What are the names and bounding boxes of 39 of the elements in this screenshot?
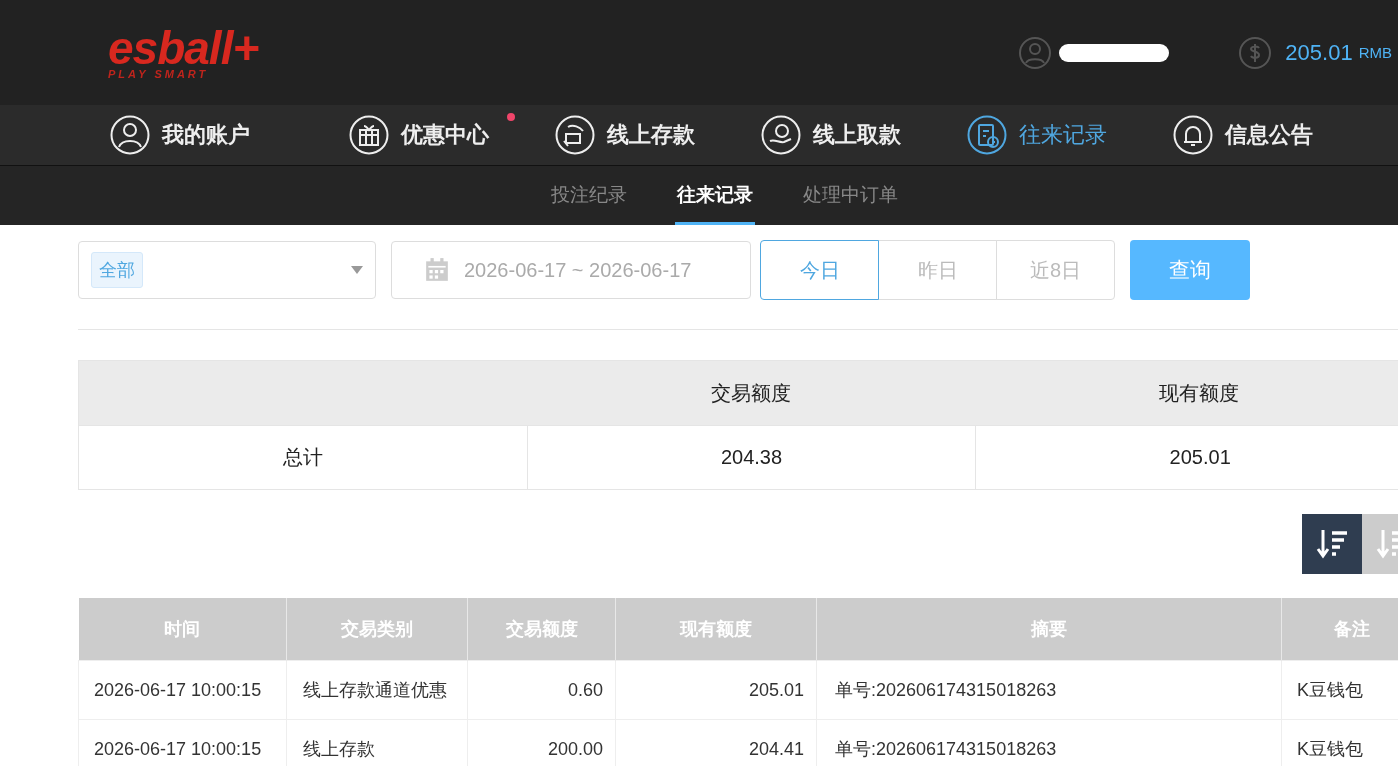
table-cell: 单号:202606174315018263 (816, 660, 1282, 720)
nav-item[interactable]: 线上取款 (761, 115, 901, 155)
dollar-icon (1239, 36, 1272, 69)
period-button[interactable]: 今日 (760, 240, 879, 300)
table-cell: 线上存款通道优惠 (286, 660, 468, 720)
sub-tab[interactable]: 投注纪录 (548, 166, 629, 225)
column-header: 现有额度 (1158, 380, 1240, 406)
sub-tab[interactable]: 往来记录 (674, 166, 755, 225)
date-range-field[interactable]: 2026-06-17 ~ 2026-06-17 (391, 241, 751, 299)
caret-icon (351, 266, 363, 274)
user-icon (1019, 36, 1052, 69)
table-cell: 205.01 (615, 660, 817, 720)
sub-tab[interactable]: 处理中订单 (800, 166, 900, 225)
balance-amount: 205.01 (1285, 39, 1353, 66)
table-cell: K豆钱包 (1281, 660, 1398, 720)
type-select[interactable]: 全部 (78, 241, 376, 299)
bell-icon (1173, 115, 1213, 155)
table-cell: 204.38 (526, 426, 976, 489)
gift-icon (349, 115, 389, 155)
table-cell: 2026-06-17 10:00:15 (78, 660, 287, 720)
nav-item[interactable]: 优惠中心 (349, 115, 489, 155)
nav-item[interactable]: 线上存款 (555, 115, 695, 155)
logo-wordmark: esball+ (108, 25, 259, 71)
balance-currency: RMB (1358, 44, 1392, 61)
clipboard-clock-icon (967, 115, 1007, 155)
nav-item[interactable]: 往来记录 (967, 115, 1107, 155)
nav-item[interactable]: 我的账户 (110, 115, 250, 155)
logo-tagline: PLAY SMART (108, 69, 210, 80)
table-cell: 0.60 (467, 660, 616, 720)
calendar-icon (424, 257, 450, 283)
selected-tag: 全部 (91, 252, 143, 288)
logo[interactable]: esball+ PLAY SMART (108, 25, 259, 80)
column-header: 交易额度 (710, 380, 792, 406)
table-cell: 205.01 (975, 426, 1398, 489)
table-cell: 2026-06-17 10:00:15 (78, 719, 287, 766)
sort-button[interactable] (1302, 514, 1362, 574)
nav-item[interactable]: 信息公告 (1173, 115, 1313, 155)
table-cell-text: 总计 (281, 445, 324, 470)
user-icon (110, 115, 150, 155)
